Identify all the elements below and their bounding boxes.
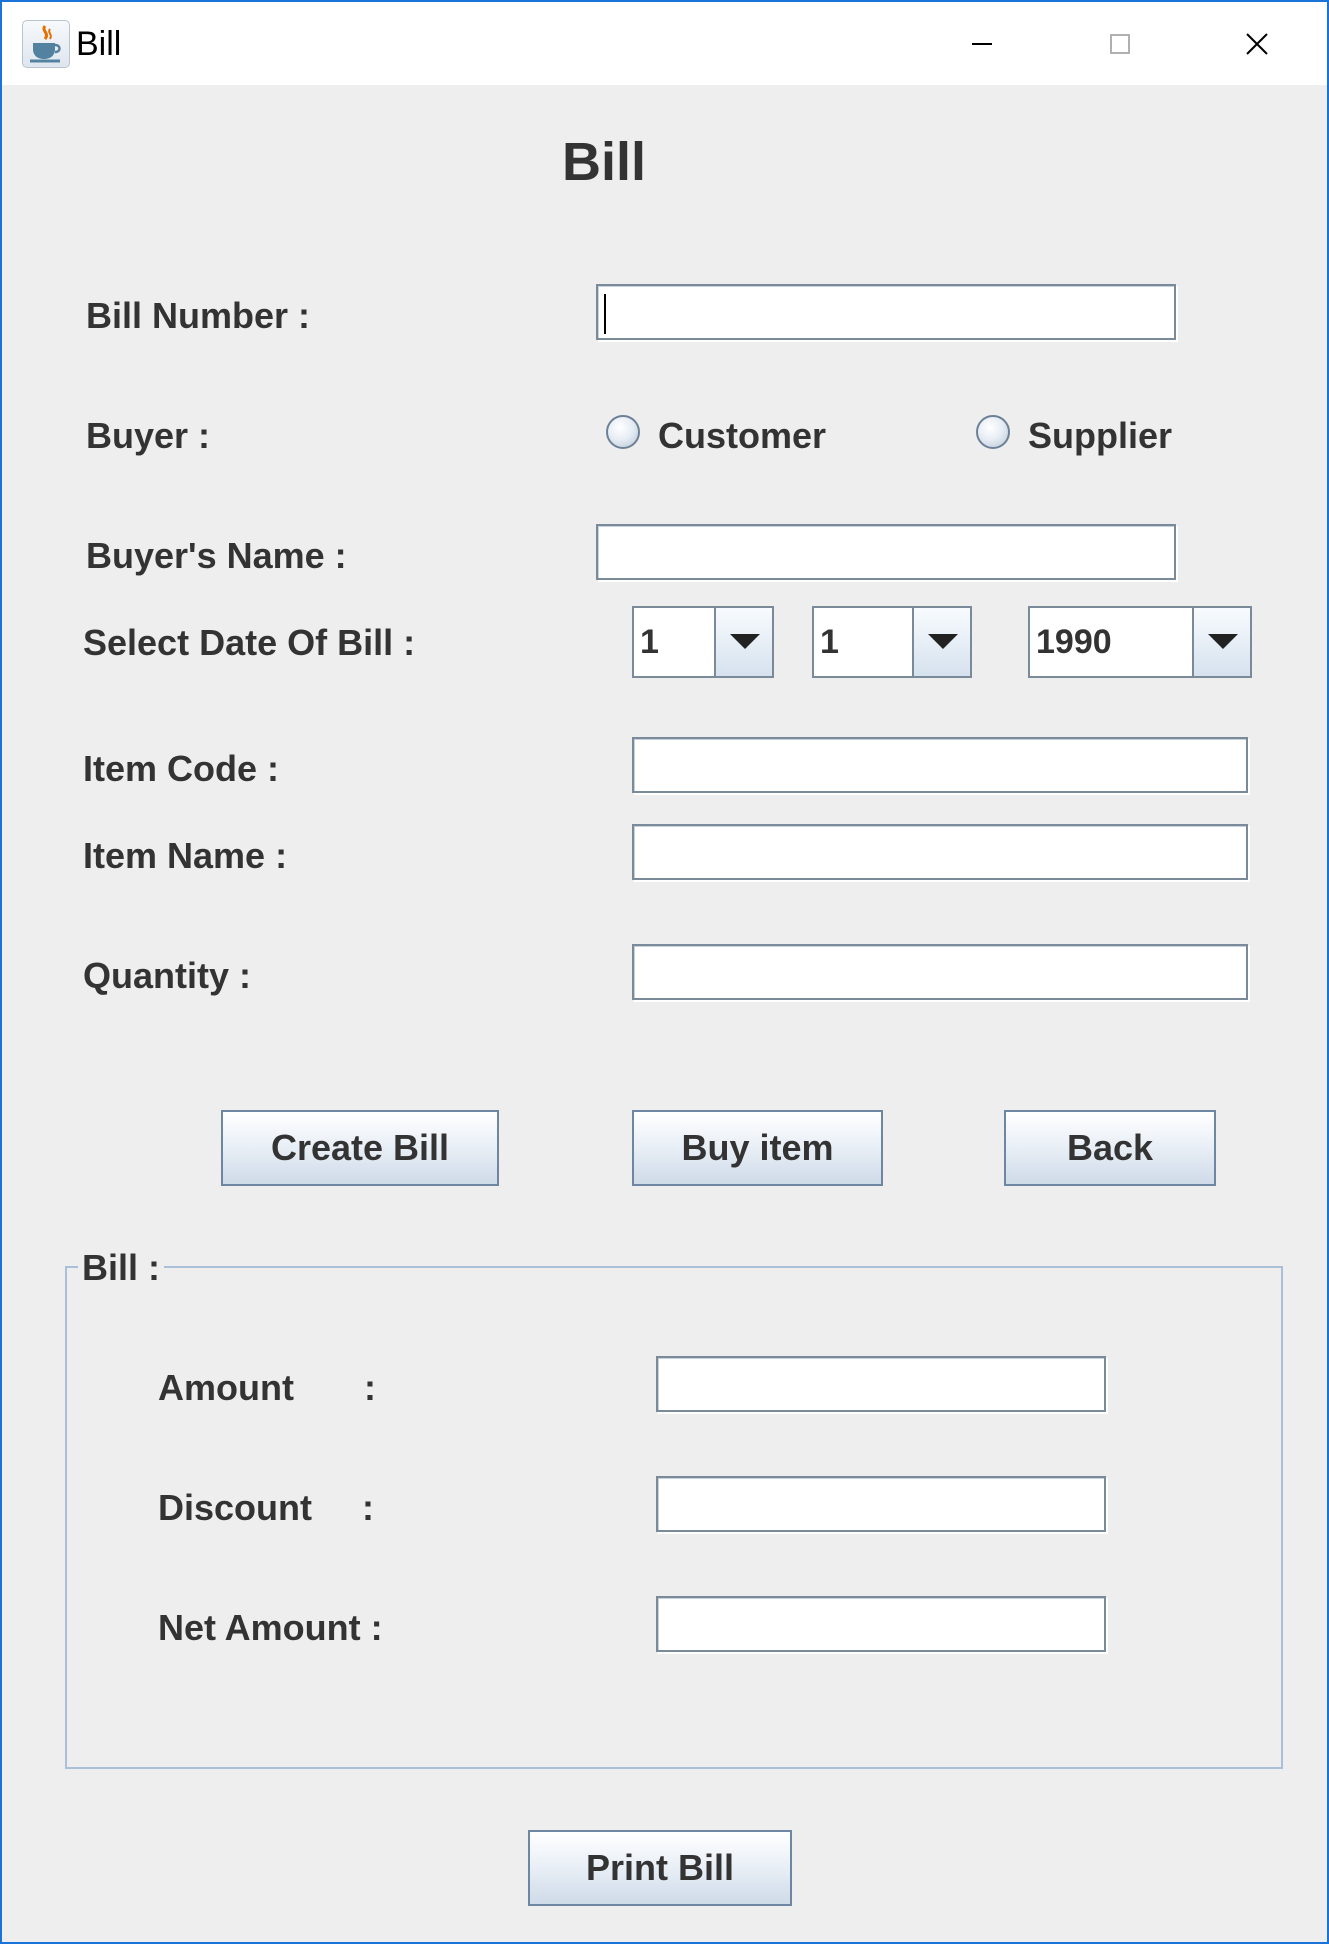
amount-label: Amount : xyxy=(158,1367,376,1408)
bill-group-title: Bill : xyxy=(78,1248,164,1288)
month-value: 1 xyxy=(820,623,839,661)
date-label: Select Date Of Bill : xyxy=(83,622,416,663)
discount-label: Discount : xyxy=(158,1487,374,1528)
month-select[interactable]: 1 xyxy=(812,606,972,678)
bill-number-label: Bill Number : xyxy=(86,295,311,336)
triangle-down-icon xyxy=(730,634,760,649)
buyers-name-label: Buyer's Name : xyxy=(86,535,347,576)
supplier-radio[interactable] xyxy=(976,415,1010,449)
triangle-down-icon xyxy=(1208,634,1238,649)
year-value: 1990 xyxy=(1036,623,1112,661)
triangle-down-icon xyxy=(928,634,958,649)
buyers-name-field[interactable] xyxy=(596,524,1176,580)
amount-field[interactable] xyxy=(656,1356,1106,1412)
net-amount-field[interactable] xyxy=(656,1596,1106,1652)
close-icon xyxy=(1246,33,1268,55)
text-caret xyxy=(604,294,606,334)
minimize-icon xyxy=(972,43,992,45)
day-select[interactable]: 1 xyxy=(632,606,774,678)
maximize-button[interactable] xyxy=(1079,12,1159,72)
print-bill-button[interactable]: Print Bill xyxy=(528,1830,792,1906)
quantity-field[interactable] xyxy=(632,944,1248,1000)
maximize-icon xyxy=(1110,34,1130,54)
window-title: Bill xyxy=(76,25,122,63)
minimize-button[interactable] xyxy=(942,12,1022,72)
buyer-label: Buyer : xyxy=(86,415,211,456)
form-title: Bill xyxy=(562,132,647,192)
bill-window: Bill Bill Bill Number : Buyer : Customer… xyxy=(0,0,1329,1944)
day-dropdown-button[interactable] xyxy=(714,608,772,676)
month-dropdown-button[interactable] xyxy=(912,608,970,676)
bill-number-field[interactable] xyxy=(596,284,1176,340)
create-bill-button[interactable]: Create Bill xyxy=(221,1110,499,1186)
item-name-field[interactable] xyxy=(632,824,1248,880)
item-code-label: Item Code : xyxy=(83,748,280,789)
buy-item-button[interactable]: Buy item xyxy=(632,1110,883,1186)
discount-field[interactable] xyxy=(656,1476,1106,1532)
supplier-radio-label[interactable]: Supplier xyxy=(1028,416,1172,456)
customer-radio-label[interactable]: Customer xyxy=(658,416,826,456)
item-code-field[interactable] xyxy=(632,737,1248,793)
close-button[interactable] xyxy=(1217,12,1297,72)
net-amount-label: Net Amount : xyxy=(158,1607,383,1648)
back-button[interactable]: Back xyxy=(1004,1110,1216,1186)
year-dropdown-button[interactable] xyxy=(1192,608,1250,676)
java-coffee-cup-icon xyxy=(22,20,70,68)
day-value: 1 xyxy=(640,623,659,661)
year-select[interactable]: 1990 xyxy=(1028,606,1252,678)
title-bar[interactable]: Bill xyxy=(2,2,1327,85)
quantity-label: Quantity : xyxy=(83,955,251,996)
item-name-label: Item Name : xyxy=(83,835,288,876)
customer-radio[interactable] xyxy=(606,415,640,449)
